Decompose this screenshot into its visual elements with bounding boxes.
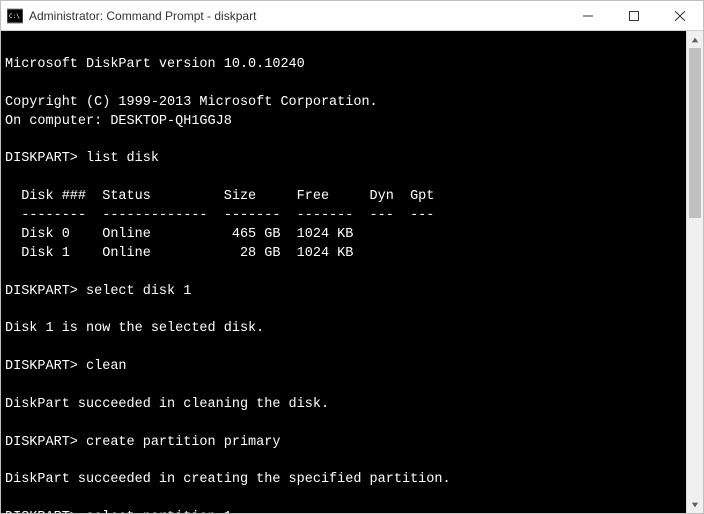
close-button[interactable] [657,1,703,30]
terminal-line: On computer: DESKTOP-QH1GGJ8 [5,113,682,132]
terminal-line: DISKPART> list disk [5,150,682,169]
scrollbar-track[interactable] [687,48,703,496]
terminal-line: Disk ### Status Size Free Dyn Gpt [5,188,682,207]
terminal-line: Copyright (C) 1999-2013 Microsoft Corpor… [5,94,682,113]
scroll-up-arrow[interactable] [687,31,703,48]
terminal-line [5,37,682,56]
terminal-line [5,415,682,434]
terminal-line [5,169,682,188]
terminal-line: DISKPART> clean [5,358,682,377]
terminal-line: Disk 1 is now the selected disk. [5,320,682,339]
terminal-line: DISKPART> select disk 1 [5,283,682,302]
svg-text:C:\: C:\ [9,13,20,20]
terminal-output[interactable]: Microsoft DiskPart version 10.0.10240 Co… [1,31,686,513]
maximize-button[interactable] [611,1,657,30]
window-title: Administrator: Command Prompt - diskpart [29,9,565,23]
cmd-icon: C:\ [7,8,23,24]
terminal-container: Microsoft DiskPart version 10.0.10240 Co… [1,31,703,513]
window-titlebar: C:\ Administrator: Command Prompt - disk… [1,1,703,31]
terminal-line: DISKPART> select partition 1 [5,509,682,513]
terminal-line [5,339,682,358]
window-controls [565,1,703,30]
terminal-line: Disk 1 Online 28 GB 1024 KB [5,245,682,264]
scrollbar-thumb[interactable] [689,48,701,218]
terminal-line: DiskPart succeeded in creating the speci… [5,471,682,490]
terminal-line [5,490,682,509]
terminal-line: DiskPart succeeded in cleaning the disk. [5,396,682,415]
terminal-line [5,75,682,94]
terminal-line: Microsoft DiskPart version 10.0.10240 [5,56,682,75]
terminal-line: Disk 0 Online 465 GB 1024 KB [5,226,682,245]
minimize-button[interactable] [565,1,611,30]
terminal-line [5,264,682,283]
terminal-line [5,301,682,320]
terminal-line [5,453,682,472]
terminal-line [5,377,682,396]
terminal-line [5,131,682,150]
terminal-line: -------- ------------- ------- ------- -… [5,207,682,226]
vertical-scrollbar[interactable] [686,31,703,513]
scroll-down-arrow[interactable] [687,496,703,513]
terminal-line: DISKPART> create partition primary [5,434,682,453]
